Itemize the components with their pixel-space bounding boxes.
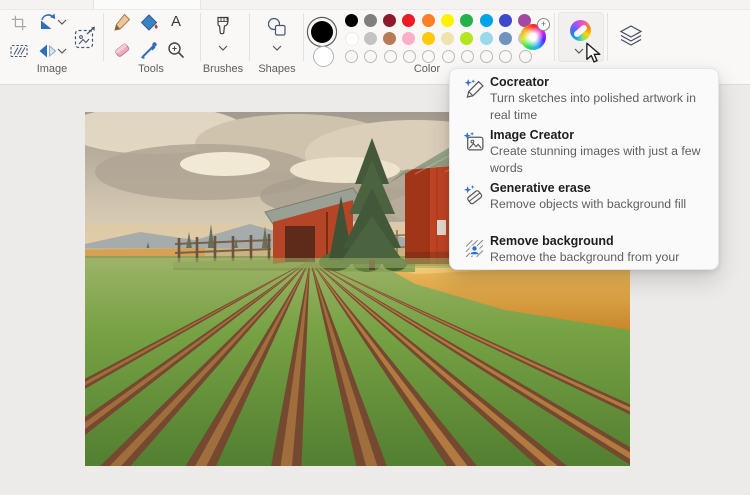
menu-item-remove-background[interactable]: Remove background Remove the background … — [450, 228, 718, 270]
color-swatch[interactable] — [441, 32, 454, 45]
tools-group-label: Tools — [104, 63, 198, 75]
menu-item-description: Create stunning images with just a few w… — [490, 143, 708, 176]
menu-item-description: Remove the background from your image — [490, 249, 708, 270]
empty-color-slot[interactable] — [499, 50, 512, 63]
empty-color-slot[interactable] — [403, 50, 416, 63]
image-group-label: Image — [8, 63, 96, 75]
menu-item-generative-erase[interactable]: Generative erase Remove objects with bac… — [450, 175, 718, 228]
resize-icon — [73, 26, 97, 50]
flip-icon — [38, 41, 58, 61]
empty-color-slot[interactable] — [519, 50, 532, 63]
mouse-cursor — [584, 42, 602, 64]
color-swatch[interactable] — [499, 14, 512, 27]
cocreator-icon — [463, 78, 486, 101]
chevron-down-icon — [57, 48, 67, 54]
foreground-color-swatch[interactable] — [311, 21, 333, 43]
empty-color-slot[interactable] — [480, 50, 493, 63]
brushes-dropdown[interactable] — [217, 43, 229, 53]
shapes-button[interactable] — [265, 14, 289, 40]
color-swatch[interactable] — [402, 32, 415, 45]
copilot-dropdown-menu: Cocreator Turn sketches into polished ar… — [449, 68, 719, 270]
group-separator — [607, 13, 608, 61]
rotate-icon — [38, 12, 58, 32]
resize-button[interactable] — [72, 25, 98, 51]
color-swatch[interactable] — [480, 32, 493, 45]
layers-button[interactable] — [617, 22, 645, 50]
fill-tool[interactable] — [139, 12, 159, 32]
layers-icon — [618, 23, 644, 49]
text-tool-icon: A — [171, 12, 181, 32]
flip-button[interactable] — [38, 41, 58, 61]
menu-item-cocreator[interactable]: Cocreator Turn sketches into polished ar… — [450, 69, 718, 122]
empty-color-slot[interactable] — [461, 50, 474, 63]
chevron-down-icon — [57, 19, 67, 25]
menu-item-title: Generative erase — [490, 180, 686, 197]
crop-button[interactable] — [9, 13, 29, 33]
menu-item-image-creator[interactable]: Image Creator Create stunning images wit… — [450, 122, 718, 175]
group-separator — [103, 13, 104, 61]
menu-item-title: Cocreator — [490, 74, 708, 91]
color-swatch[interactable] — [364, 14, 377, 27]
copilot-icon — [570, 20, 591, 41]
brush-icon — [212, 15, 234, 39]
brushes-group-label: Brushes — [198, 63, 248, 75]
selection-icon — [9, 41, 29, 61]
rotate-button[interactable] — [38, 12, 58, 32]
flip-dropdown[interactable] — [56, 46, 68, 56]
color-swatch[interactable] — [480, 14, 493, 27]
group-separator — [303, 13, 304, 61]
empty-color-slot[interactable] — [442, 50, 455, 63]
crop-icon — [10, 14, 28, 32]
pencil-icon — [112, 12, 132, 32]
empty-color-slot[interactable] — [345, 50, 358, 63]
color-swatch[interactable] — [364, 32, 377, 45]
eraser-icon — [112, 40, 132, 60]
add-color-badge: + — [537, 18, 550, 31]
color-swatch[interactable] — [345, 32, 359, 46]
eraser-tool[interactable] — [112, 40, 132, 60]
brushes-button[interactable] — [211, 14, 235, 40]
eyedropper-icon — [139, 40, 159, 60]
color-picker-tool[interactable] — [139, 40, 159, 60]
chevron-down-icon — [272, 45, 282, 51]
menu-item-title: Image Creator — [490, 127, 708, 144]
empty-color-slot[interactable] — [384, 50, 397, 63]
color-swatch[interactable] — [402, 14, 415, 27]
group-separator — [554, 13, 555, 61]
shapes-group-label: Shapes — [252, 63, 302, 75]
shapes-dropdown[interactable] — [271, 43, 283, 53]
color-swatch[interactable] — [422, 32, 435, 45]
chevron-down-icon — [218, 45, 228, 51]
group-separator — [249, 13, 250, 61]
chevron-down-icon — [574, 48, 584, 54]
remove-background-icon — [463, 237, 486, 260]
fill-bucket-icon — [139, 12, 159, 32]
magnifier-tool[interactable] — [166, 40, 186, 60]
menu-item-description: Turn sketches into polished artwork in r… — [490, 90, 708, 123]
select-button[interactable] — [9, 41, 29, 61]
background-color-swatch[interactable] — [313, 46, 334, 67]
text-tool[interactable]: A — [166, 12, 186, 32]
color-swatch[interactable] — [383, 32, 396, 45]
menu-item-description: Remove objects with background fill — [490, 196, 686, 213]
magnifier-icon — [166, 40, 186, 60]
shapes-icon — [266, 16, 288, 38]
image-creator-icon — [463, 131, 486, 154]
group-separator — [200, 13, 201, 61]
menu-item-title: Remove background — [490, 233, 708, 250]
color-swatch[interactable] — [460, 32, 473, 45]
color-swatch[interactable] — [422, 14, 435, 27]
pencil-tool[interactable] — [112, 12, 132, 32]
color-swatch[interactable] — [345, 14, 358, 27]
color-swatch[interactable] — [460, 14, 473, 27]
empty-color-slot[interactable] — [364, 50, 377, 63]
generative-erase-icon — [463, 184, 486, 207]
color-swatch[interactable] — [441, 14, 454, 27]
color-swatch[interactable] — [383, 14, 396, 27]
empty-color-slot[interactable] — [422, 50, 435, 63]
rotate-dropdown[interactable] — [56, 17, 68, 27]
color-swatch[interactable] — [499, 32, 512, 45]
